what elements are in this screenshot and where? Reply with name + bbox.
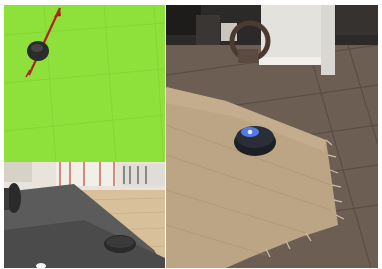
real-world-photo — [166, 5, 378, 268]
simulation-topdown-view — [4, 5, 165, 163]
rendered-robot — [104, 235, 136, 253]
robot-vacuum — [234, 126, 276, 156]
rendered-scene-view — [4, 162, 165, 268]
